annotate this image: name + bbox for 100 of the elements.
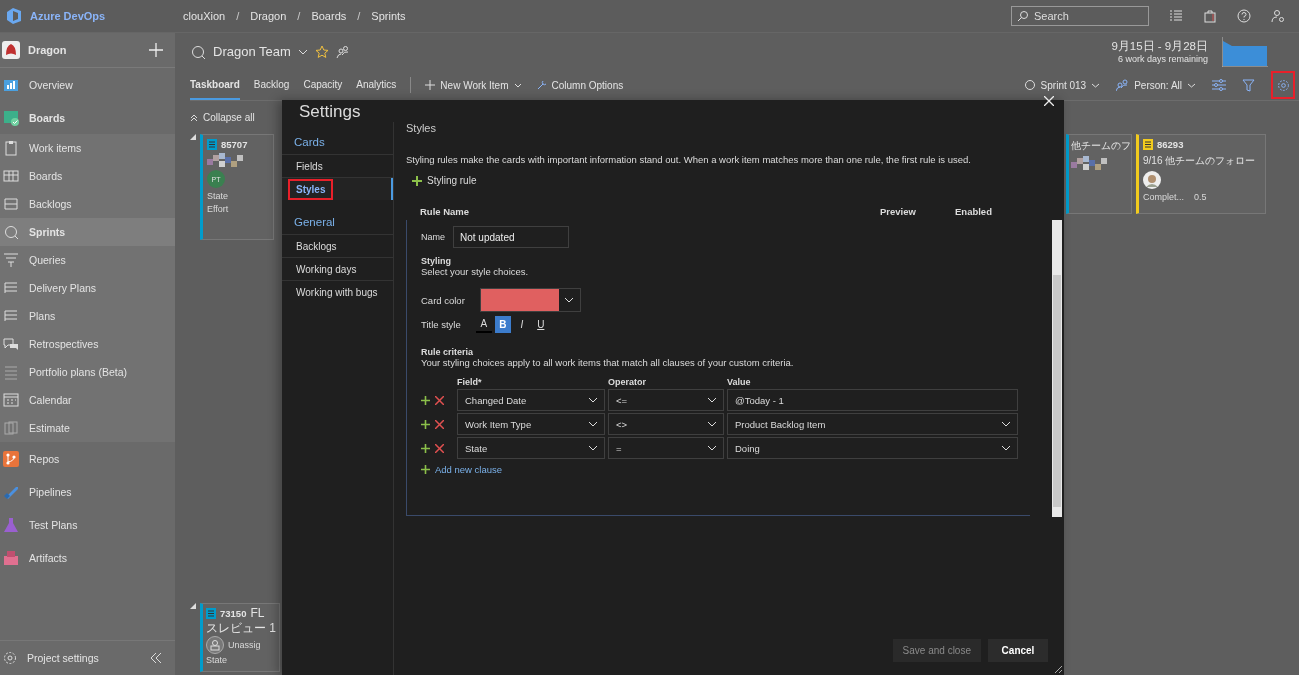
project-settings-link[interactable]: Project settings — [0, 641, 99, 675]
user-settings-icon[interactable] — [1271, 9, 1285, 23]
collapse-icon[interactable] — [149, 652, 163, 664]
work-item-id[interactable]: 85707 — [221, 139, 248, 150]
product-name[interactable]: Azure DevOps — [30, 10, 106, 22]
value-dropdown[interactable]: Product Backlog Item — [727, 413, 1018, 435]
team-name[interactable]: Dragon Team — [213, 44, 291, 59]
work-item-card[interactable]: 他チームのフ — [1066, 134, 1132, 214]
operator-dropdown[interactable]: = — [608, 437, 724, 459]
sidebar-item[interactable]: Backlogs — [0, 190, 175, 218]
close-icon[interactable] — [1044, 96, 1054, 106]
expand-triangle-icon[interactable] — [190, 134, 196, 140]
sidebar-item[interactable]: Sprints — [0, 218, 175, 246]
days-remaining: 6 work days remaining — [1117, 54, 1208, 64]
title-style-toggle[interactable]: A — [475, 316, 492, 333]
settings-nav-item[interactable]: Working with bugs — [282, 280, 393, 303]
chevron-down-icon — [588, 397, 598, 403]
settings-button[interactable] — [1271, 71, 1295, 99]
field-dropdown[interactable]: Work Item Type — [457, 413, 605, 435]
breadcrumb-link[interactable]: Dragon — [250, 10, 287, 22]
tab[interactable]: Taskboard — [190, 70, 240, 100]
chevron-down-icon[interactable] — [297, 48, 308, 55]
help-icon[interactable] — [1237, 9, 1251, 23]
sidebar-item[interactable]: Calendar — [0, 386, 175, 414]
tab[interactable]: Capacity — [303, 70, 343, 100]
sidebar-item[interactable]: Portfolio plans (Beta) — [0, 358, 175, 386]
add-icon[interactable] — [421, 395, 430, 405]
work-item-title[interactable]: スレビュー 1 — [206, 621, 276, 635]
work-item-title[interactable]: FL — [250, 606, 265, 620]
operator-dropdown[interactable]: <> — [608, 413, 724, 435]
sidebar-item[interactable]: Boards — [0, 101, 175, 134]
delete-icon[interactable] — [435, 419, 444, 429]
sidebar-item[interactable]: Overview — [0, 68, 175, 101]
column-header: Field* — [457, 377, 483, 387]
delete-icon[interactable] — [435, 395, 444, 405]
breadcrumb-link[interactable]: Boards — [311, 10, 347, 22]
add-icon[interactable] — [421, 419, 430, 429]
work-item-id[interactable]: 86293 — [1157, 139, 1184, 150]
column-options-button[interactable]: Column Options — [535, 79, 624, 91]
sprint-dropdown[interactable]: Sprint 013 — [1023, 79, 1101, 91]
title-style-toggle[interactable]: I — [513, 316, 530, 333]
breadcrumb-link[interactable]: clouXion — [183, 10, 226, 22]
sidebar-item[interactable]: Test Plans — [0, 508, 175, 541]
rule-name-field[interactable]: Not updated — [453, 226, 569, 248]
bag-icon[interactable] — [1203, 9, 1217, 23]
sidebar-item[interactable]: Work items — [0, 134, 175, 162]
settings-nav-item[interactable]: Backlogs — [282, 234, 393, 257]
settings-nav-item[interactable]: Working days — [282, 257, 393, 280]
breadcrumb-link[interactable]: Sprints — [371, 10, 406, 22]
value-dropdown[interactable]: Doing — [727, 437, 1018, 459]
tab[interactable]: Backlog — [253, 70, 290, 100]
sidebar-item[interactable]: Repos — [0, 442, 175, 475]
add-icon[interactable] — [421, 443, 430, 453]
person-filter-dropdown[interactable]: Person: All — [1116, 78, 1196, 92]
star-icon[interactable] — [314, 44, 329, 59]
sidebar-item[interactable]: Retrospectives — [0, 330, 175, 358]
filter-icon[interactable] — [1242, 78, 1255, 92]
work-item-card[interactable]: 73150 FL スレビュー 1 Unassig State — [200, 603, 280, 672]
field-dropdown[interactable]: Changed Date — [457, 389, 605, 411]
settings-nav-item[interactable]: Styles — [282, 177, 393, 200]
sidebar-item[interactable]: Artifacts — [0, 541, 175, 574]
collapse-all-button[interactable]: Collapse all — [190, 112, 255, 123]
sidebar-item[interactable]: Boards — [0, 162, 175, 190]
resize-grip-icon[interactable] — [1055, 666, 1062, 673]
sliders-icon[interactable] — [1212, 79, 1226, 91]
scrollbar[interactable] — [1052, 220, 1062, 517]
sidebar-item[interactable]: Pipelines — [0, 475, 175, 508]
list-icon[interactable] — [1169, 9, 1183, 23]
add-styling-rule-button[interactable]: Styling rule — [412, 175, 1064, 186]
logo-icon[interactable] — [5, 7, 23, 25]
card-color-dropdown[interactable] — [479, 288, 581, 312]
list-icon — [3, 308, 19, 324]
delete-icon[interactable] — [435, 443, 444, 453]
expand-triangle-icon[interactable] — [190, 603, 196, 609]
add-icon — [412, 175, 422, 186]
title-style-toggle[interactable]: U — [532, 316, 549, 333]
new-work-item-button[interactable]: New Work Item — [425, 79, 522, 91]
operator-dropdown[interactable]: <= — [608, 389, 724, 411]
assignee-name[interactable]: Unassig — [228, 640, 261, 650]
project-name[interactable]: Dragon — [28, 44, 141, 56]
dialog-button[interactable]: Cancel — [988, 639, 1048, 662]
work-item-title[interactable]: 9/16 他チームのフォロー — [1143, 154, 1256, 168]
sidebar-item[interactable]: Estimate — [0, 414, 175, 442]
value-field[interactable]: @Today - 1 — [727, 389, 1018, 411]
sidebar-item[interactable]: Queries — [0, 246, 175, 274]
work-item-card[interactable]: 86293 9/16 他チームのフォロー Complet... 0.5 — [1136, 134, 1266, 214]
nav-item-label: Working days — [295, 262, 358, 277]
nav-item-label: Backlogs — [295, 239, 338, 254]
title-style-toggle[interactable]: B — [494, 316, 511, 333]
chevron-down-icon — [1001, 445, 1011, 451]
field-dropdown[interactable]: State — [457, 437, 605, 459]
sidebar-item[interactable]: Delivery Plans — [0, 274, 175, 302]
chevron-down-icon — [1091, 82, 1101, 88]
avatar — [1143, 171, 1161, 189]
search-field[interactable]: Search — [1011, 6, 1149, 26]
sidebar-item[interactable]: Plans — [0, 302, 175, 330]
add-clause-link[interactable]: Add new clause — [421, 464, 503, 475]
work-item-id[interactable]: 73150 — [220, 607, 247, 619]
people-icon[interactable] — [335, 44, 350, 59]
tab[interactable]: Analytics — [356, 70, 397, 100]
